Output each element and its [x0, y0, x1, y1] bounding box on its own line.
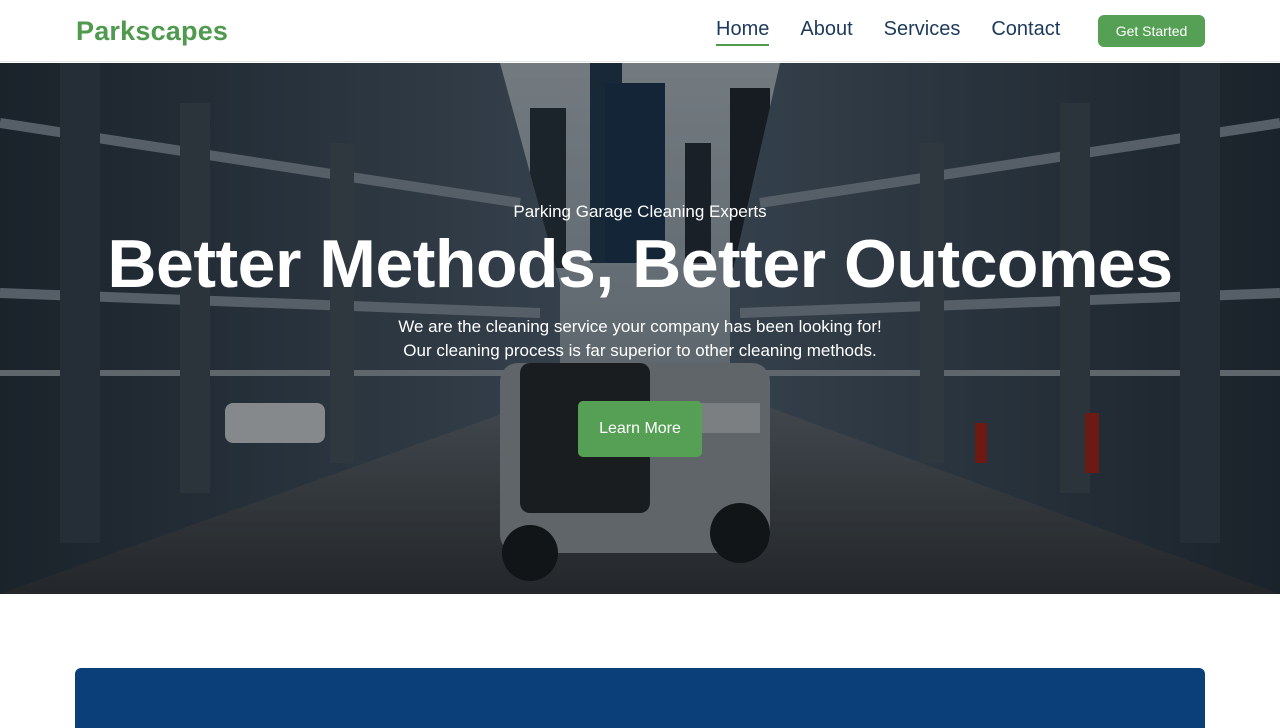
- nav-home[interactable]: Home: [716, 18, 770, 46]
- hero-subtext-line-2: Our cleaning process is far superior to …: [403, 341, 877, 360]
- site-logo[interactable]: Parkscapes: [76, 16, 228, 47]
- hero-eyebrow: Parking Garage Cleaning Experts: [513, 202, 767, 221]
- hero-section: Parking Garage Cleaning Experts Better M…: [0, 63, 1280, 594]
- site-header: Parkscapes Home About Services Contact G…: [0, 0, 1280, 62]
- learn-more-button[interactable]: Learn More: [578, 401, 702, 457]
- hero-subtext-line-1: We are the cleaning service your company…: [398, 317, 882, 336]
- nav-contact[interactable]: Contact: [991, 18, 1060, 46]
- nav-services[interactable]: Services: [884, 18, 961, 46]
- get-started-button[interactable]: Get Started: [1098, 15, 1205, 47]
- main-nav: Home About Services Contact: [716, 18, 1091, 46]
- hero-headline: Better Methods, Better Outcomes: [107, 226, 1173, 302]
- nav-about[interactable]: About: [800, 18, 852, 46]
- next-section-panel: [75, 668, 1205, 728]
- hero-content: Parking Garage Cleaning Experts Better M…: [0, 63, 1280, 594]
